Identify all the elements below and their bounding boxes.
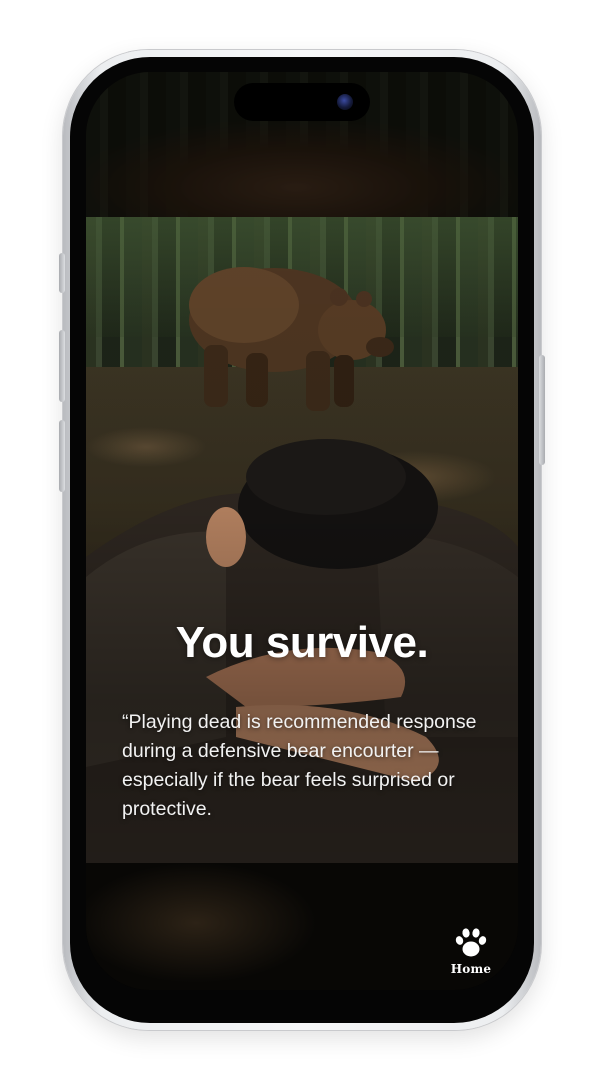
post-headline: You survive. — [175, 618, 429, 667]
front-camera-icon — [337, 94, 353, 110]
dynamic-island — [234, 83, 370, 121]
power-button — [539, 355, 545, 465]
action-button — [59, 253, 65, 293]
current-feed-card[interactable]: You survive. “Playing dead is recommende… — [86, 217, 518, 863]
volume-up-button — [59, 330, 65, 402]
volume-down-button — [59, 420, 65, 492]
post-quote: “Playing dead is recommended response du… — [122, 711, 477, 820]
paw-icon — [455, 928, 487, 957]
page: You survive. “Playing dead is recommende… — [0, 0, 615, 1080]
phone-screen: You survive. “Playing dead is recommende… — [86, 72, 518, 990]
home-label: Home — [450, 962, 492, 976]
home-button[interactable]: Home — [440, 927, 502, 983]
